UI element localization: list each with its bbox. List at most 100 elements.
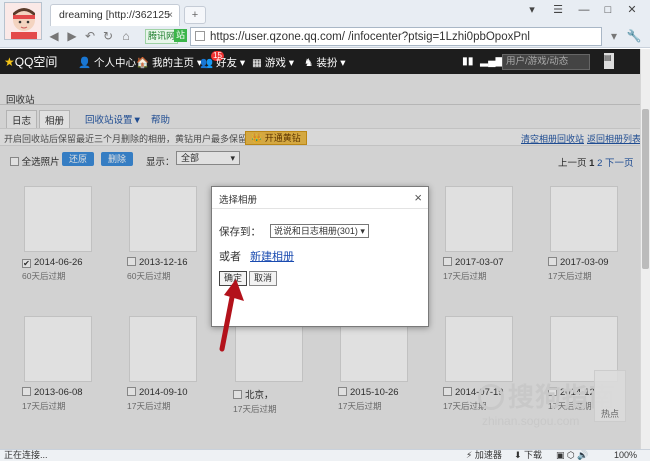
- url-dropdown-icon[interactable]: ▾: [606, 28, 622, 44]
- show-label: 显示：: [146, 157, 175, 168]
- tab-recycle-settings[interactable]: 回收站设置▼: [80, 110, 147, 128]
- album-checkbox[interactable]: [22, 387, 31, 396]
- new-album-link[interactable]: 新建相册: [250, 251, 294, 263]
- close-window-icon[interactable]: ✕: [620, 3, 644, 19]
- album-name: 2013-06-08: [22, 387, 114, 398]
- status-icons: ▣ ⬡ 🔊: [556, 450, 589, 460]
- album-checkbox[interactable]: [443, 257, 452, 266]
- pager-page-2[interactable]: 2: [597, 158, 602, 169]
- info-bar: 开启回收站后保留最近三个月删除的相册，黄钻用户最多保留一年 👑 开通黄钻 清空相…: [0, 128, 641, 146]
- tools-icon[interactable]: 🔧: [626, 28, 642, 44]
- red-arrow-annotation: [219, 279, 244, 352]
- album-cover[interactable]: [445, 186, 513, 252]
- album-checkbox[interactable]: [338, 387, 347, 396]
- tab-close-icon[interactable]: ×: [167, 9, 173, 21]
- album-cover[interactable]: [445, 316, 513, 382]
- refresh-icon[interactable]: ↻: [100, 28, 116, 44]
- cancel-button[interactable]: 取消: [249, 271, 278, 286]
- accelerator-button[interactable]: ⚡ 加速器: [466, 450, 502, 461]
- home-icon[interactable]: ⌂: [118, 28, 134, 44]
- minimize-icon[interactable]: —: [572, 3, 596, 19]
- tab-title: dreaming [http://362125: [59, 9, 170, 21]
- album-checkbox[interactable]: ✔: [22, 259, 31, 268]
- tab-albums[interactable]: 相册: [39, 110, 71, 130]
- hot-button[interactable]: 热点: [594, 370, 626, 422]
- browser-tab[interactable]: dreaming [http://362125 ×: [50, 4, 180, 26]
- tab-help[interactable]: 帮助: [146, 110, 175, 128]
- album-checkbox[interactable]: [127, 257, 136, 266]
- album-cover[interactable]: [24, 316, 92, 382]
- album-cover[interactable]: [24, 186, 92, 252]
- url-text: https://user.qzone.qq.com/ /infocenter?p…: [210, 31, 530, 43]
- nav-home[interactable]: 🏠 我的主页 ▾: [136, 55, 202, 70]
- clear-recycle-link[interactable]: 清空相册回收站: [521, 132, 584, 145]
- album-card[interactable]: 2017-03-07 17天后过期: [443, 186, 535, 282]
- zoom-level[interactable]: 100%: [614, 450, 637, 461]
- skin-icon[interactable]: ▾: [520, 3, 544, 19]
- album-card[interactable]: 2014-09-10 17天后过期: [127, 316, 219, 412]
- album-cover[interactable]: [129, 186, 197, 252]
- qzone-logo[interactable]: ★QQ空间: [4, 53, 57, 70]
- music-icon[interactable]: ▮▮: [462, 55, 474, 67]
- delete-button[interactable]: 删除: [101, 152, 134, 166]
- sogou-logo-icon: [478, 384, 504, 410]
- album-card[interactable]: ✔ 2014-06-26 60天后过期: [22, 186, 114, 282]
- select-all-checkbox[interactable]: [10, 157, 19, 166]
- album-cover[interactable]: [129, 316, 197, 382]
- album-checkbox[interactable]: [548, 257, 557, 266]
- qzone-search-input[interactable]: 用户/游戏/动态: [502, 54, 590, 70]
- menu-icon[interactable]: ☰: [546, 3, 570, 19]
- back-icon[interactable]: ◀: [46, 28, 62, 44]
- forward-icon[interactable]: ▶: [64, 28, 80, 44]
- album-card[interactable]: 2017-03-09 17天后过期: [548, 186, 640, 282]
- tab-blog[interactable]: 日志: [6, 110, 38, 130]
- apps-icon[interactable]: ▤: [604, 53, 614, 69]
- album-checkbox[interactable]: [443, 387, 452, 396]
- dialog-header: 选择相册 ×: [212, 187, 428, 209]
- undo-close-icon[interactable]: ↶: [82, 28, 98, 44]
- scrollbar-thumb[interactable]: [642, 109, 649, 269]
- save-to-row: 保存到： 说说和日志相册(301) ▾: [219, 224, 369, 239]
- user-avatar[interactable]: [4, 2, 42, 40]
- album-card[interactable]: 2013-06-08 17天后过期: [22, 316, 114, 412]
- site-badge[interactable]: 站: [174, 29, 188, 42]
- show-filter-select[interactable]: 全部 ▾: [176, 151, 240, 165]
- nav-dressup[interactable]: ♞ 装扮 ▾: [304, 55, 346, 70]
- select-all[interactable]: 全选照片: [10, 154, 60, 168]
- album-checkbox[interactable]: [233, 390, 242, 399]
- divider: [0, 104, 640, 105]
- album-card[interactable]: 2015-10-26 17天后过期: [338, 316, 430, 412]
- album-expiry: 17天后过期: [548, 271, 592, 281]
- album-card[interactable]: 2013-12-16 60天后过期: [127, 186, 219, 282]
- album-name: 北京，: [233, 387, 325, 401]
- status-bar: 正在连接... ⚡ 加速器 ⬇ 下载 ▣ ⬡ 🔊 100%: [0, 449, 650, 461]
- pager-next[interactable]: 下一页: [605, 158, 634, 169]
- download-button[interactable]: ⬇ 下载: [514, 450, 542, 461]
- maximize-icon[interactable]: □: [596, 3, 620, 19]
- nav-personal-center[interactable]: 👤 个人中心: [78, 55, 136, 70]
- album-name: 2017-03-07: [443, 257, 535, 268]
- star-icon: ★: [4, 55, 15, 69]
- album-name: 2013-12-16: [127, 257, 219, 268]
- or-label: 或者: [219, 251, 241, 263]
- open-vip-button[interactable]: 👑 开通黄钻: [245, 131, 307, 145]
- dialog-close-icon[interactable]: ×: [414, 190, 422, 205]
- restore-button[interactable]: 还原: [62, 152, 95, 166]
- album-cover[interactable]: [550, 186, 618, 252]
- new-tab-button[interactable]: +: [184, 6, 206, 24]
- address-bar[interactable]: https://user.qzone.qq.com/ /infocenter?p…: [190, 27, 602, 46]
- page-scrollbar[interactable]: [640, 49, 650, 449]
- dialog-title: 选择相册: [219, 195, 258, 206]
- album-name: 2014-09-10: [127, 387, 219, 398]
- pager-page-1: 1: [589, 158, 595, 169]
- browser-chrome: dreaming [http://362125 × + ▾ ☰ — □ ✕ ◀ …: [0, 0, 650, 48]
- status-text: 正在连接...: [4, 450, 48, 460]
- nav-games[interactable]: ▦ 游戏 ▾: [252, 55, 294, 70]
- album-checkbox[interactable]: [127, 387, 136, 396]
- album-select[interactable]: 说说和日志相册(301) ▾: [269, 224, 369, 238]
- save-to-label: 保存到：: [219, 226, 261, 238]
- back-to-albums-link[interactable]: 返回相册列表: [587, 132, 641, 145]
- signal-icon[interactable]: ▂▄▆: [480, 55, 504, 67]
- nav-friends[interactable]: 👥 好友 ▾: [200, 55, 245, 70]
- pager-prev[interactable]: 上一页: [558, 158, 587, 169]
